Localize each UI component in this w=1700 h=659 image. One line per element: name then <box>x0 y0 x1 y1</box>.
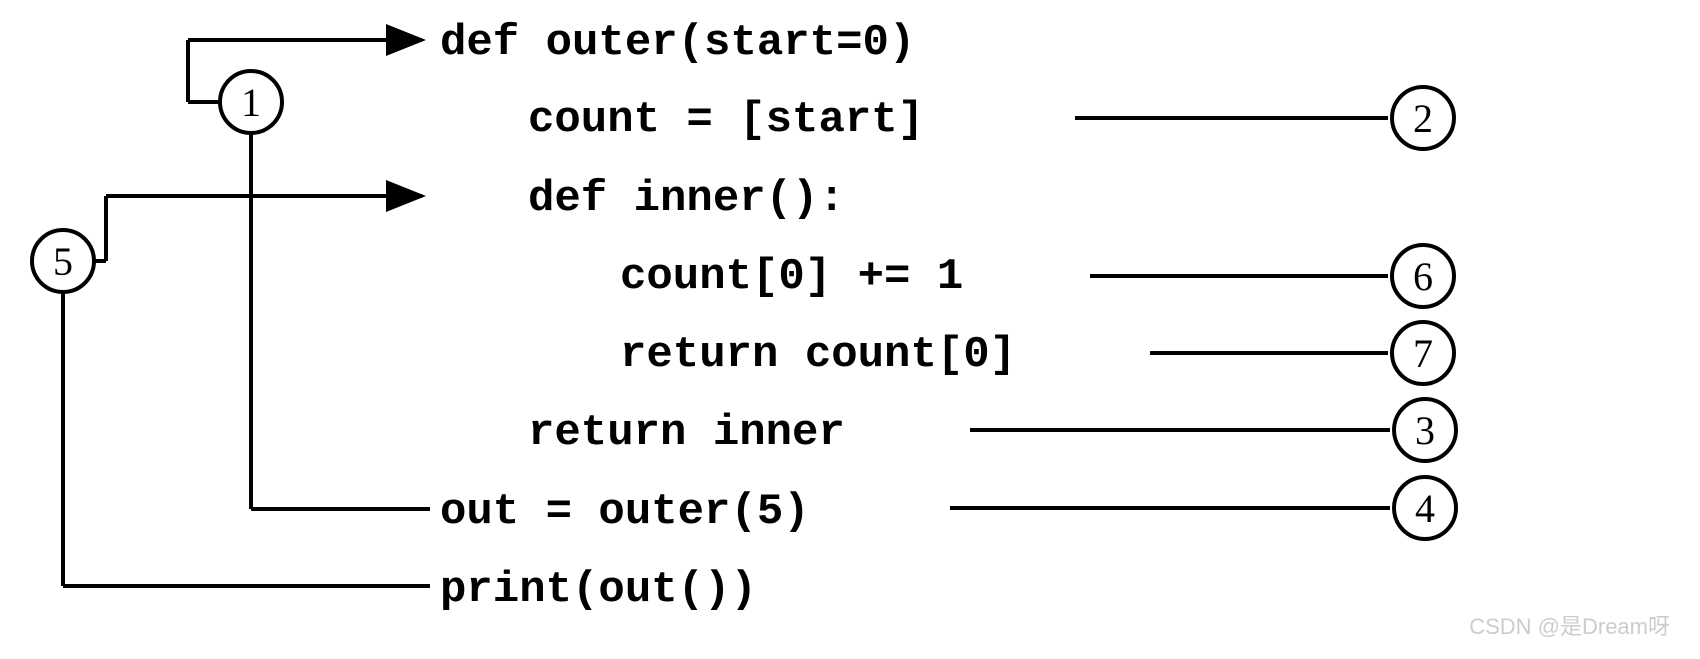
code-line-3: def inner(): <box>528 174 845 224</box>
step-circle-3: 3 <box>1392 397 1458 463</box>
step-circle-5: 5 <box>30 228 96 294</box>
step-circle-1: 1 <box>218 69 284 135</box>
arrow-step-5 <box>63 196 430 586</box>
code-line-4: count[0] += 1 <box>620 252 963 302</box>
code-line-1: def outer(start=0) <box>440 18 915 68</box>
code-line-7: out = outer(5) <box>440 487 810 537</box>
step-circle-4: 4 <box>1392 475 1458 541</box>
code-line-6: return inner <box>528 408 845 458</box>
step-circle-7: 7 <box>1390 320 1456 386</box>
step-circle-2: 2 <box>1390 85 1456 151</box>
closure-execution-diagram: def outer(start=0) count = [start] def i… <box>0 0 1700 659</box>
step-circle-6: 6 <box>1390 243 1456 309</box>
code-line-2: count = [start] <box>528 95 924 145</box>
code-line-5: return count[0] <box>620 330 1016 380</box>
code-line-8: print(out()) <box>440 565 757 615</box>
watermark: CSDN @是Dream呀 <box>1469 609 1670 641</box>
